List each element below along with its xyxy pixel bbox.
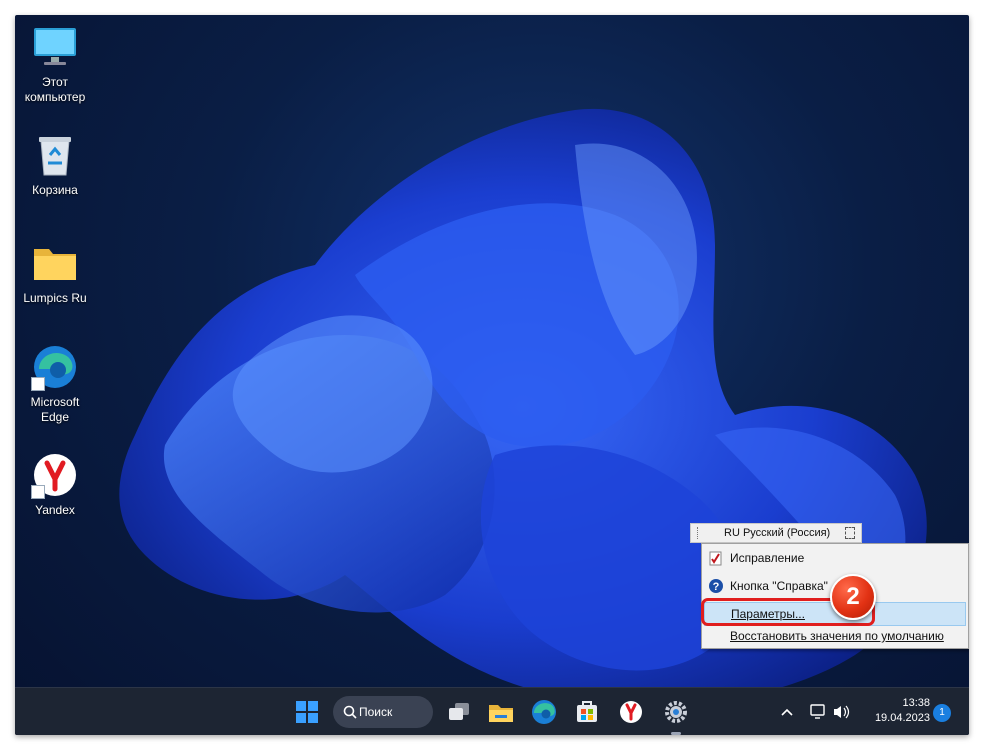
taskbar-search[interactable]: Поиск xyxy=(333,696,433,728)
clock-date: 19.04.2023 xyxy=(874,712,930,724)
desktop-icon-label: Корзина xyxy=(32,183,78,197)
desktop-icon-lumpics-folder[interactable]: Lumpics Ru xyxy=(15,239,95,306)
desktop-icon-edge[interactable]: Microsoft Edge xyxy=(15,343,95,425)
taskbar: Поиск 13:38 19.04.2023 1 xyxy=(15,687,969,735)
task-view-icon xyxy=(449,703,469,720)
yandex-taskbar-button[interactable] xyxy=(615,696,647,728)
network-icon xyxy=(810,704,825,719)
step-badge: 2 xyxy=(830,574,876,620)
desktop-icon-this-pc[interactable]: Этот компьютер xyxy=(15,23,95,105)
desktop-icon-label: Microsoft Edge xyxy=(30,395,80,424)
search-icon xyxy=(343,705,357,719)
language-indicator[interactable]: RU Русский (Россия) xyxy=(724,527,845,539)
desktop-icon-recycle-bin[interactable]: Корзина xyxy=(15,131,95,198)
network-button[interactable] xyxy=(808,688,828,735)
active-app-indicator xyxy=(671,732,681,735)
menu-item-label: Восстановить значения по умолчанию xyxy=(730,629,944,643)
menu-item-repair[interactable]: Исправление xyxy=(704,546,966,570)
shortcut-arrow-icon xyxy=(31,377,45,391)
settings-icon xyxy=(665,701,687,723)
file-explorer-button[interactable] xyxy=(485,696,517,728)
desktop-icon-label: Yandex xyxy=(35,503,75,517)
settings-taskbar-button[interactable] xyxy=(660,696,692,728)
file-explorer-icon xyxy=(489,705,513,722)
yandex-icon xyxy=(31,451,79,499)
chevron-up-icon xyxy=(781,708,793,716)
menu-item-restore-defaults[interactable]: Восстановить значения по умолчанию xyxy=(704,626,966,646)
language-bar[interactable]: RU Русский (Россия) xyxy=(690,523,862,543)
desktop-screen: Этот компьютер Корзина Lumpics Ru Micros… xyxy=(15,15,969,735)
monitor-icon xyxy=(31,23,79,71)
notification-badge[interactable]: 1 xyxy=(933,704,951,722)
clock[interactable]: 13:38 19.04.2023 xyxy=(860,696,930,726)
volume-button[interactable] xyxy=(831,688,851,735)
desktop-icon-label: Lumpics Ru xyxy=(23,291,87,305)
svg-text:?: ? xyxy=(713,581,720,593)
search-label: Поиск xyxy=(359,705,393,719)
start-button[interactable] xyxy=(291,696,323,728)
recycle-bin-icon xyxy=(31,131,79,179)
store-button[interactable] xyxy=(571,696,603,728)
menu-item-label: Кнопка "Справка" xyxy=(730,579,828,593)
volume-icon xyxy=(834,705,850,719)
help-icon: ? xyxy=(708,578,724,594)
clock-time: 13:38 xyxy=(902,697,930,709)
shortcut-arrow-icon xyxy=(31,485,45,499)
grip-handle[interactable] xyxy=(697,527,700,539)
menu-item-label: Исправление xyxy=(730,551,805,565)
repair-icon xyxy=(708,550,724,566)
edge-icon xyxy=(31,343,79,391)
start-icon xyxy=(296,701,318,723)
menu-item-label: Параметры... xyxy=(731,607,805,621)
desktop-icon-yandex[interactable]: Yandex xyxy=(15,451,95,518)
tray-overflow-button[interactable] xyxy=(777,688,797,735)
folder-icon xyxy=(31,239,79,287)
store-icon xyxy=(577,701,597,722)
desktop-icon-label: Этот компьютер xyxy=(24,75,86,104)
yandex-icon xyxy=(620,701,642,723)
edge-taskbar-button[interactable] xyxy=(528,696,560,728)
task-view-button[interactable] xyxy=(443,696,475,728)
edge-icon xyxy=(532,700,556,724)
restore-icon[interactable] xyxy=(845,527,855,539)
